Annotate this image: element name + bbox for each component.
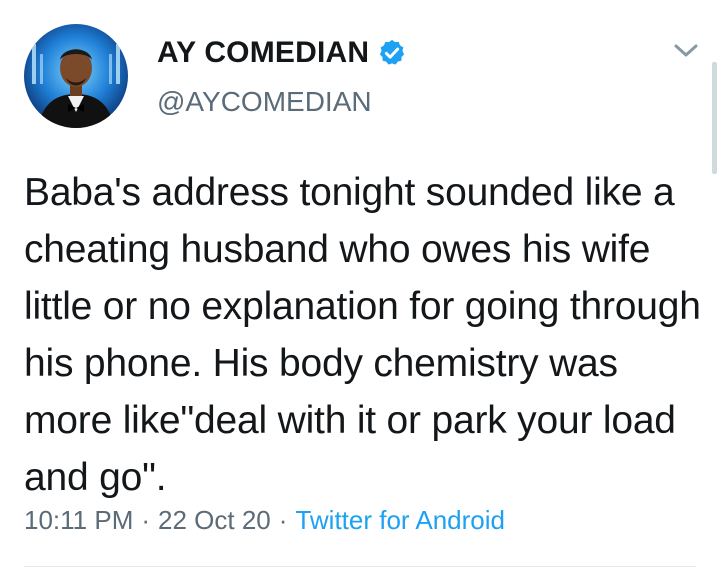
tweet-date[interactable]: 22 Oct 20	[158, 505, 271, 536]
meta-separator: ·	[278, 505, 288, 535]
divider	[24, 566, 696, 567]
verified-badge-icon	[377, 38, 407, 68]
avatar[interactable]	[24, 24, 128, 128]
author-name-text[interactable]: AY COMEDIAN	[157, 36, 369, 70]
meta-separator: ·	[141, 505, 151, 535]
tweet-meta: 10:11 PM · 22 Oct 20 · Twitter for Andro…	[24, 505, 505, 536]
scrollbar-thumb[interactable]	[712, 62, 717, 174]
profile-photo-icon	[24, 24, 128, 128]
chevron-down-icon[interactable]	[672, 40, 700, 62]
tweet-time[interactable]: 10:11 PM	[24, 505, 133, 536]
tweet-source-link[interactable]: Twitter for Android	[295, 505, 505, 536]
author-handle[interactable]: @AYCOMEDIAN	[157, 86, 372, 118]
tweet-text: Baba's address tonight sounded like a ch…	[24, 171, 701, 499]
author-display-name[interactable]: AY COMEDIAN	[157, 36, 407, 70]
